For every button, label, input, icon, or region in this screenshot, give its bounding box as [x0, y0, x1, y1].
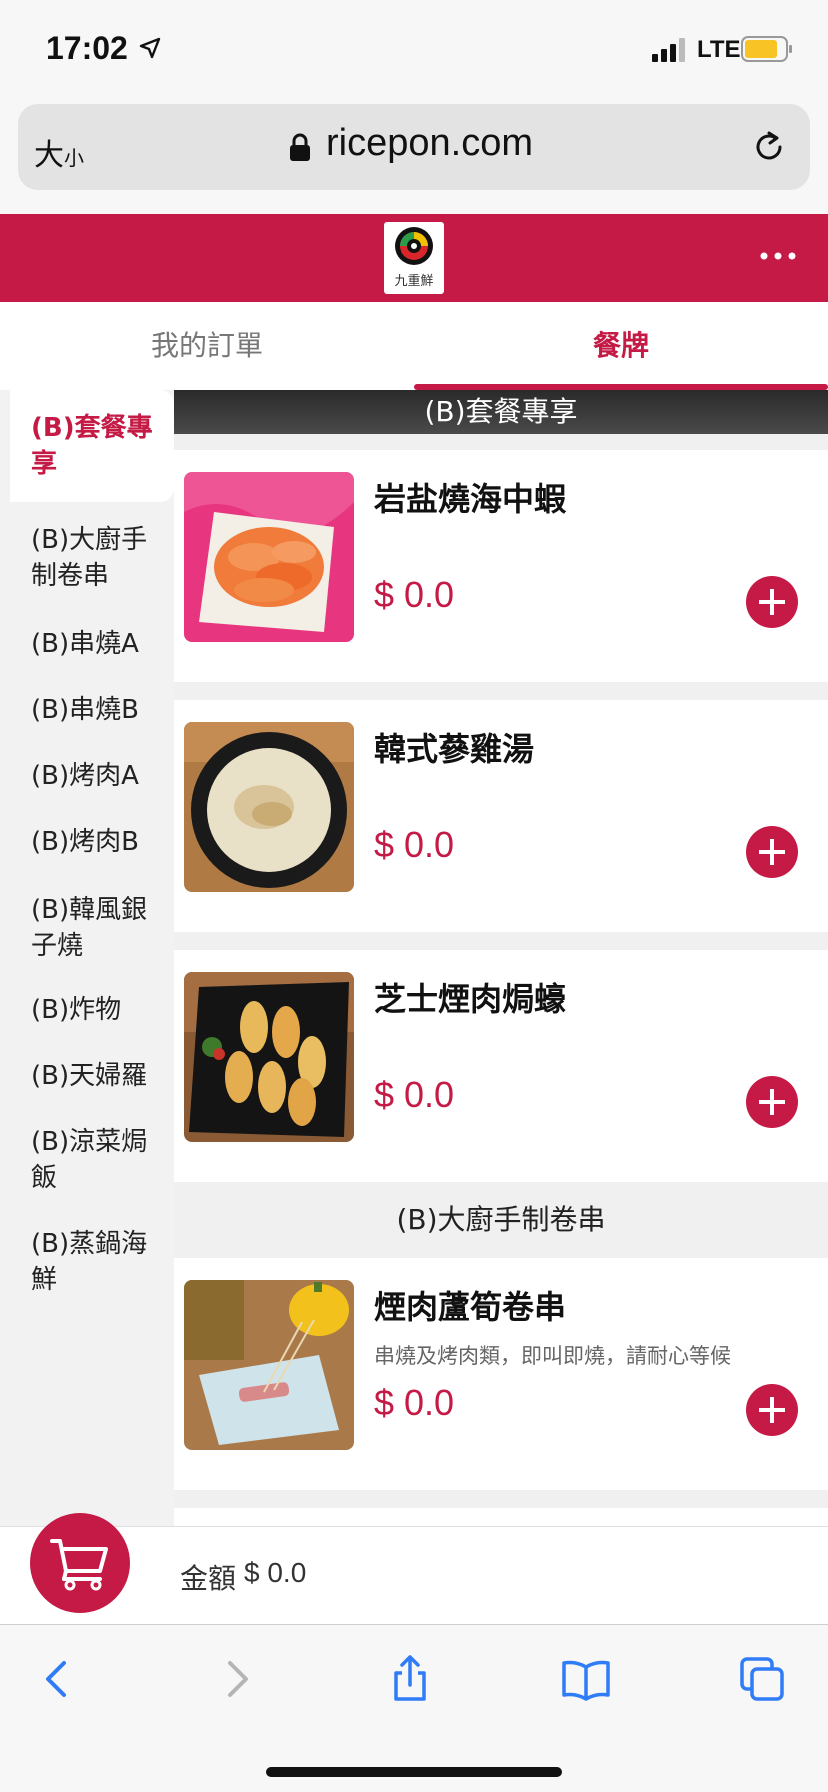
back-icon[interactable]	[34, 1655, 82, 1703]
sidebar-item-cold-dish-rice[interactable]: (B)涼菜焗飯	[0, 1110, 174, 1212]
reload-icon[interactable]	[750, 128, 788, 166]
menu-item-card-partial[interactable]	[174, 1508, 828, 1526]
add-to-cart-button[interactable]	[746, 826, 798, 878]
share-icon[interactable]	[386, 1655, 434, 1703]
sidebar-item-skewers-a[interactable]: (B)串燒A	[0, 616, 174, 680]
menu-list[interactable]: (B)套餐專享 岩盐燒海中蝦 $ 0.0 韓式蔘雞湯 $ 0.0 芝士煙肉焗蠔 …	[174, 390, 828, 1526]
item-name: 芝士煙肉焗蠔	[374, 980, 567, 1018]
tab-my-orders[interactable]: 我的訂單	[0, 302, 414, 390]
sidebar-item-grill-b[interactable]: (B)烤肉B	[0, 812, 174, 878]
item-name: 岩盐燒海中蝦	[374, 480, 567, 518]
menu-item-card[interactable]: 芝士煙肉焗蠔 $ 0.0	[174, 950, 828, 1182]
address-bar[interactable]: 大小 ricepon.com	[18, 104, 810, 190]
sidebar-item-skewers-b[interactable]: (B)串燒B	[0, 680, 174, 746]
bookmarks-icon[interactable]	[562, 1655, 610, 1703]
home-indicator[interactable]	[266, 1767, 562, 1777]
menu-item-card[interactable]: 岩盐燒海中蝦 $ 0.0	[174, 450, 828, 682]
add-to-cart-button[interactable]	[746, 1076, 798, 1128]
item-name: 煙肉蘆筍卷串	[374, 1288, 567, 1326]
browser-toolbar	[0, 1624, 828, 1792]
sidebar-item-chef-rolls[interactable]: (B)大廚手制卷串	[0, 502, 174, 616]
sidebar-item-grill-a[interactable]: (B)烤肉A	[0, 746, 174, 812]
location-arrow-icon	[139, 37, 161, 59]
restaurant-logo[interactable]: 九重鮮	[384, 222, 444, 294]
shopping-cart-icon	[50, 1539, 108, 1591]
baked-oyster-image	[184, 972, 354, 1142]
text-size-button[interactable]: 大小	[34, 130, 84, 174]
cart-total-value: $ 0.0	[244, 1557, 307, 1588]
text-size-large: 大	[34, 138, 64, 173]
item-price: $ 0.0	[374, 1382, 455, 1423]
add-to-cart-button[interactable]	[746, 1384, 798, 1436]
shrimp-dish-image	[184, 472, 354, 642]
item-photo-ginseng-soup[interactable]	[184, 722, 354, 892]
forward-icon[interactable]	[212, 1655, 260, 1703]
menu-item-card[interactable]: 韓式蔘雞湯 $ 0.0	[174, 700, 828, 932]
sidebar-item-fried[interactable]: (B)炸物	[0, 980, 174, 1046]
tab-menu[interactable]: 餐牌	[414, 302, 828, 390]
status-bar: 17:02 LTE	[0, 0, 828, 100]
item-photo-oysters[interactable]	[184, 972, 354, 1142]
item-description: 串燒及烤肉類，即叫即燒，請耐心等候	[374, 1344, 731, 1368]
url-text: ricepon.com	[326, 122, 533, 164]
tab-bar: 我的訂單 餐牌	[0, 302, 828, 390]
ginseng-soup-image	[184, 722, 354, 892]
sidebar-item-steamed-seafood[interactable]: (B)蒸鍋海鮮	[0, 1212, 174, 1314]
status-time: 17:02	[46, 30, 128, 66]
lock-icon	[290, 133, 310, 161]
cart-total-label: 金額	[180, 1562, 237, 1595]
cart-bar: 金額 $ 0.0	[0, 1513, 828, 1624]
category-sidebar: (B)套餐專享 (B)大廚手制卷串 (B)串燒A (B)串燒B (B)烤肉A (…	[0, 390, 174, 1526]
item-photo-shrimp[interactable]	[184, 472, 354, 642]
section-header: (B)套餐專享	[174, 390, 828, 434]
item-name: 韓式蔘雞湯	[374, 730, 535, 768]
cart-button[interactable]	[30, 1513, 130, 1613]
item-photo-bacon-asparagus[interactable]	[184, 1280, 354, 1450]
cellular-signal-icon	[652, 38, 685, 62]
more-options-icon[interactable]	[758, 246, 798, 266]
sidebar-item-tempura[interactable]: (B)天婦羅	[0, 1046, 174, 1110]
item-price: $ 0.0	[374, 824, 455, 865]
text-size-small: 小	[64, 146, 84, 170]
battery-icon	[741, 36, 792, 62]
sidebar-item-korean-grill[interactable]: (B)韓風銀子燒	[0, 878, 174, 980]
section-header: (B)大廚手制卷串	[174, 1182, 828, 1258]
item-price: $ 0.0	[374, 574, 455, 615]
tabs-icon[interactable]	[738, 1655, 786, 1703]
logo-text: 九重鮮	[394, 274, 434, 289]
item-price: $ 0.0	[374, 1074, 455, 1115]
sidebar-item-set-meal[interactable]: (B)套餐專享	[10, 390, 174, 502]
menu-item-card[interactable]: 煙肉蘆筍卷串 串燒及烤肉類，即叫即燒，請耐心等候 $ 0.0	[174, 1258, 828, 1490]
app-header: 九重鮮	[0, 214, 828, 302]
bacon-asparagus-skewer-image	[184, 1280, 354, 1450]
logo-emblem-icon	[395, 227, 433, 265]
network-type: LTE	[697, 36, 741, 63]
add-to-cart-button[interactable]	[746, 576, 798, 628]
